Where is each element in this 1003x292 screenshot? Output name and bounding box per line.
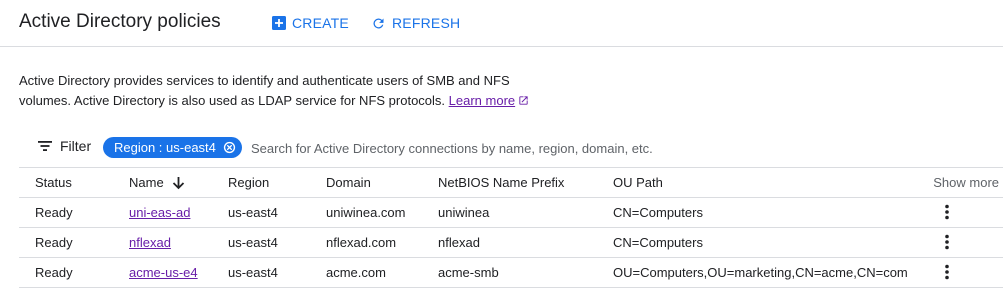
policies-table: Status Name Region Domain NetBIOS Name P… xyxy=(19,168,1003,288)
cell-region: us-east4 xyxy=(212,227,310,258)
cell-netbios: acme-smb xyxy=(422,257,597,288)
page-header: Active Directory policies CREATE REFRESH xyxy=(0,0,1003,47)
filter-button[interactable]: Filter xyxy=(38,138,91,154)
policy-name-link[interactable]: acme-us-e4 xyxy=(129,265,198,280)
cell-netbios: nflexad xyxy=(422,227,597,258)
table-header-row: Status Name Region Domain NetBIOS Name P… xyxy=(19,168,1003,198)
column-header-status[interactable]: Status xyxy=(19,168,113,198)
column-header-region[interactable]: Region xyxy=(212,168,310,198)
policy-name-link[interactable]: uni-eas-ad xyxy=(129,205,190,220)
external-link-icon xyxy=(519,96,528,105)
refresh-button[interactable]: REFRESH xyxy=(371,12,460,34)
description-text: Active Directory provides services to id… xyxy=(19,73,510,108)
cell-status: Ready xyxy=(19,227,113,258)
arrow-down-icon[interactable] xyxy=(172,176,185,190)
cell-status: Ready xyxy=(19,257,113,288)
column-header-ou-path-label: OU Path xyxy=(613,174,663,190)
cell-ou-path: OU=Computers,OU=marketing,CN=acme,CN=com xyxy=(597,257,908,288)
add-box-icon xyxy=(272,16,286,30)
more-vert-icon[interactable] xyxy=(944,264,950,280)
cell-ou-path: CN=Computers xyxy=(597,227,908,258)
cell-region: us-east4 xyxy=(212,197,310,228)
more-vert-icon[interactable] xyxy=(944,204,950,220)
refresh-icon xyxy=(373,17,384,28)
show-more-label: Show more xyxy=(933,174,999,190)
description: Active Directory provides services to id… xyxy=(19,71,559,111)
cell-region: us-east4 xyxy=(212,257,310,288)
region-filter-chip[interactable]: Region : us-east4 xyxy=(103,137,242,158)
column-header-domain[interactable]: Domain xyxy=(310,168,422,198)
policy-name-link[interactable]: nflexad xyxy=(129,235,171,250)
chip-remove-button[interactable] xyxy=(222,140,237,155)
column-header-domain-label: Domain xyxy=(326,174,371,190)
column-header-name-label: Name xyxy=(129,174,164,190)
table-row: Ready nflexad us-east4 nflexad.com nflex… xyxy=(19,227,1003,258)
column-header-netbios[interactable]: NetBIOS Name Prefix xyxy=(422,168,597,198)
refresh-button-label: REFRESH xyxy=(392,15,461,31)
column-header-status-label: Status xyxy=(35,174,72,190)
cell-status: Ready xyxy=(19,197,113,228)
filter-list-icon xyxy=(38,141,52,151)
cancel-icon xyxy=(223,141,236,154)
show-more-button[interactable]: Show more xyxy=(907,168,1003,198)
column-header-netbios-label: NetBIOS Name Prefix xyxy=(438,174,565,190)
table-row: Ready uni-eas-ad us-east4 uniwinea.com u… xyxy=(19,197,1003,228)
search-input[interactable] xyxy=(251,136,951,160)
column-header-region-label: Region xyxy=(228,174,270,190)
cell-domain: uniwinea.com xyxy=(310,197,422,228)
filter-label: Filter xyxy=(60,138,92,154)
learn-more-link[interactable]: Learn more xyxy=(449,93,515,108)
cell-netbios: uniwinea xyxy=(422,197,597,228)
column-header-name[interactable]: Name xyxy=(113,168,212,198)
cell-domain: acme.com xyxy=(310,257,422,288)
table-row: Ready acme-us-e4 us-east4 acme.com acme-… xyxy=(19,257,1003,288)
region-filter-chip-label: Region : us-east4 xyxy=(114,140,216,155)
create-button[interactable]: CREATE xyxy=(272,12,349,34)
more-vert-icon[interactable] xyxy=(944,234,950,250)
cell-domain: nflexad.com xyxy=(310,227,422,258)
page-title: Active Directory policies xyxy=(19,11,221,32)
column-header-ou-path[interactable]: OU Path xyxy=(597,168,908,198)
filter-bar: Filter Region : us-east4 xyxy=(19,128,1003,168)
create-button-label: CREATE xyxy=(292,15,349,31)
cell-ou-path: CN=Computers xyxy=(597,197,908,228)
